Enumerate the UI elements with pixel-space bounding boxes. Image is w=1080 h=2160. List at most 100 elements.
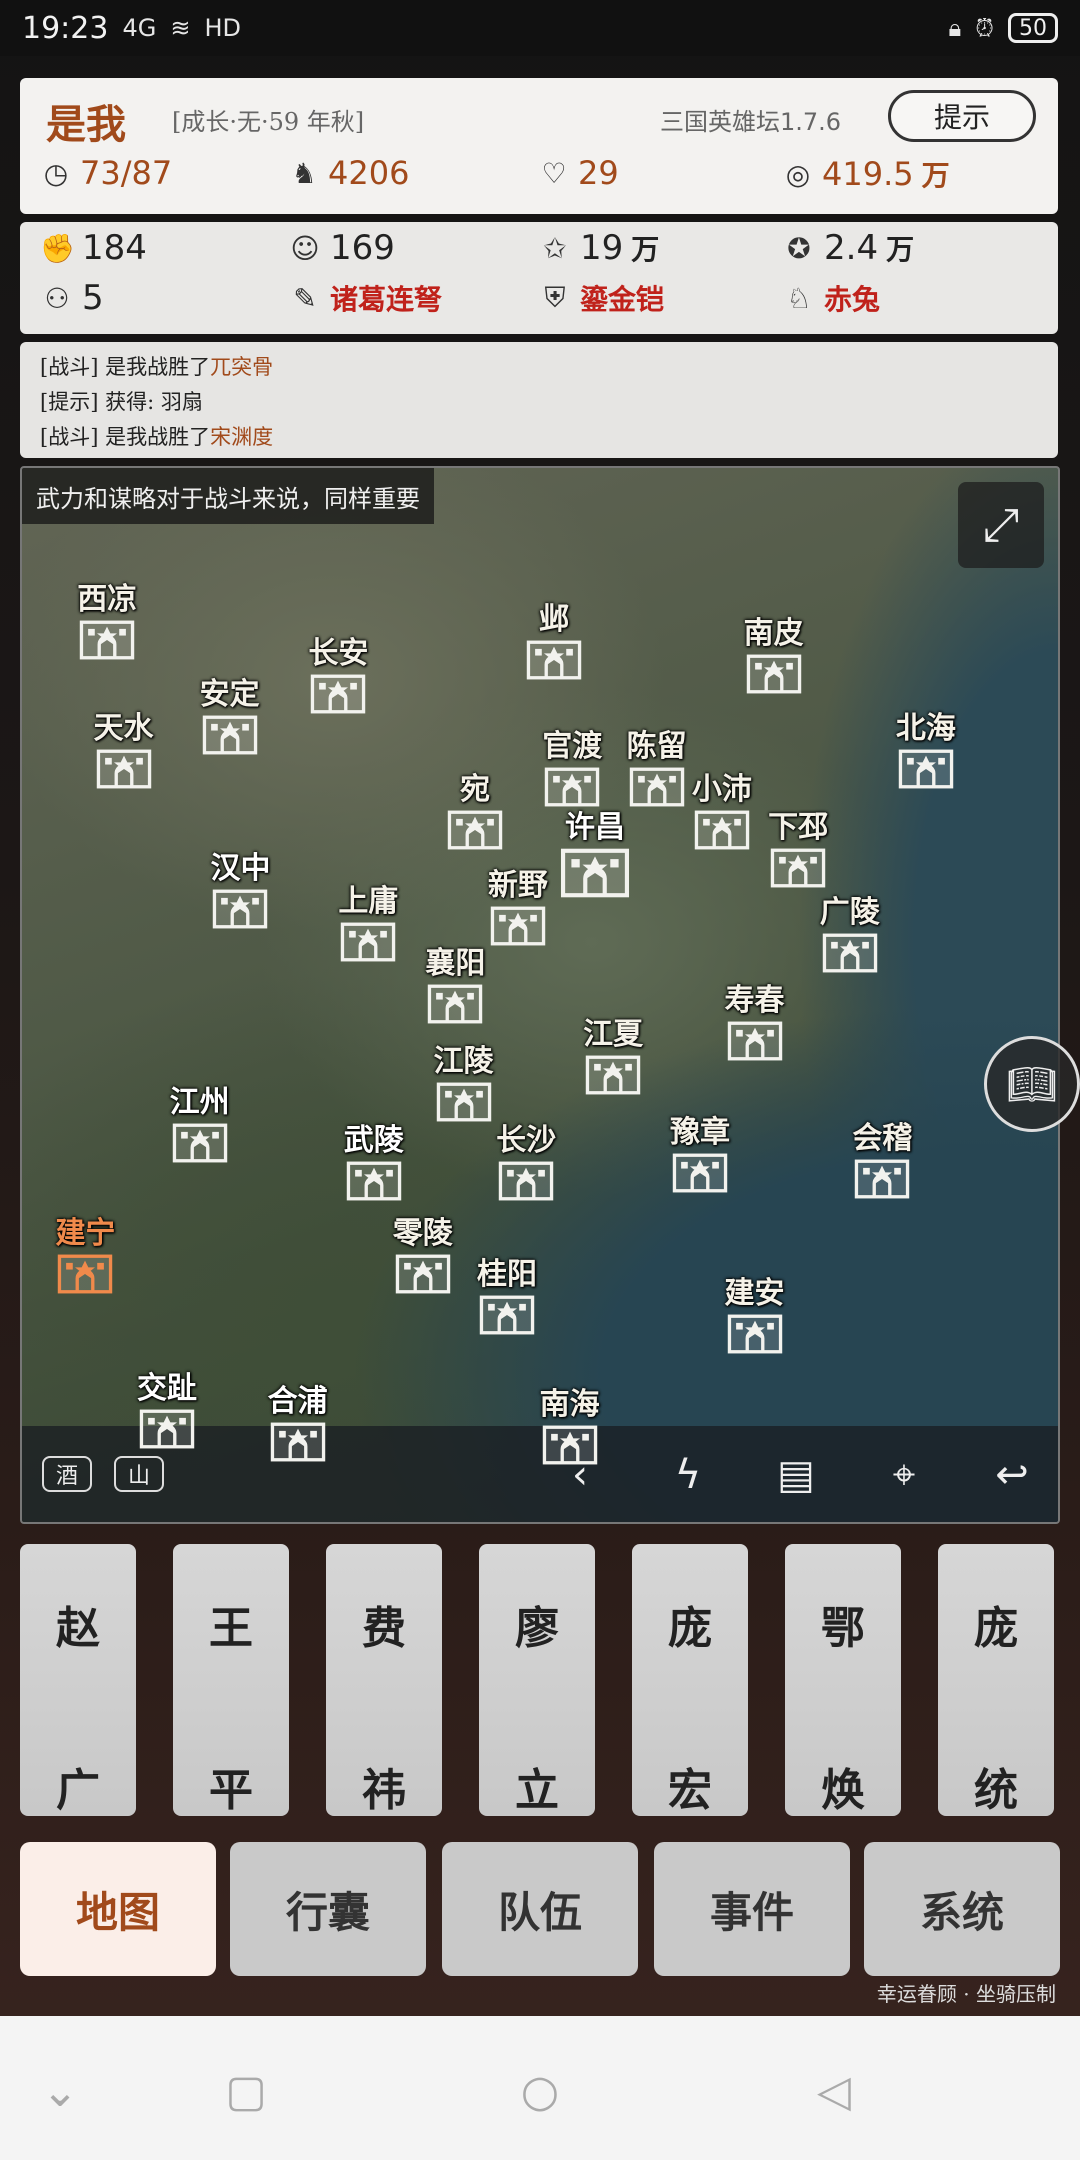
stat-money: ◎ 419.5 万 [782,154,950,194]
tab-map[interactable]: 地图 [20,1842,216,1976]
equip-armor[interactable]: ⛨ 鎏金铠 [538,278,664,318]
city-name: 长沙 [496,1123,557,1159]
city-marker[interactable]: 豫章 [670,1107,730,1197]
castle-icon [79,620,135,664]
stat-health: ♡ 29 [538,154,618,192]
hero-card[interactable]: 廖 立 [479,1544,595,1816]
city-name: 江夏 [583,1017,644,1053]
castle-icon [310,674,366,718]
tab-party[interactable]: 队伍 [442,1842,638,1976]
city-marker[interactable]: 会稽 [852,1113,912,1203]
return-icon[interactable]: ↩ [982,1452,1042,1498]
tavern-filter-button[interactable]: 酒 [42,1456,92,1492]
city-name: 新野 [487,867,548,903]
log-tag: [提示] [40,390,99,414]
castle-icon [898,749,954,793]
lightning-icon[interactable]: ϟ [658,1452,718,1498]
hero-name-bottom: 广 [56,1765,100,1816]
castle-icon [672,1153,728,1197]
city-marker[interactable]: 北海 [896,703,956,793]
world-map[interactable]: 武力和谋略对于战斗来说，同样重要 ⤢ 酒 山 ‹ ϟ ▤ ⌖ ↩ 西凉 长安邺南皮… [20,466,1060,1524]
city-name: 上庸 [338,883,399,919]
hero-card[interactable]: 庞 宏 [632,1544,748,1816]
city-marker[interactable]: 陈留 [627,721,687,811]
city-marker[interactable]: 桂阳 [477,1249,537,1339]
city-marker[interactable]: 西凉 [77,574,137,664]
city-marker[interactable]: 江州 [170,1077,230,1167]
hero-card[interactable]: 赵 广 [20,1544,136,1816]
equip-mount[interactable]: ♘ 赤兔 [782,278,880,318]
hero-card[interactable]: 庞 统 [938,1544,1054,1816]
city-marker[interactable]: 合浦 [268,1376,328,1466]
castle-icon [172,1123,228,1167]
hero-name-top: 庞 [668,1603,712,1654]
tab-events[interactable]: 事件 [654,1842,850,1976]
city-name: 豫章 [670,1115,731,1151]
ledger-icon[interactable]: ▤ [766,1452,826,1498]
castle-icon [585,1055,641,1099]
city-name: 长安 [308,636,369,672]
city-marker[interactable]: 小沛 [692,764,752,854]
hero-name-bottom: 焕 [821,1765,865,1816]
castle-icon [427,984,483,1028]
city-marker[interactable]: 建宁 [55,1208,115,1298]
log-text: 是我战胜了 [105,425,211,449]
city-marker[interactable]: 寿春 [725,975,785,1065]
log-text: 是我战胜了 [105,355,211,379]
hero-card[interactable]: 王 平 [173,1544,289,1816]
city-name: 建安 [724,1275,785,1311]
city-marker[interactable]: 下邳 [768,802,828,892]
city-marker[interactable]: 南皮 [744,608,804,698]
map-tip: 武力和谋略对于战斗来说，同样重要 [22,468,434,524]
city-marker[interactable]: 零陵 [393,1208,453,1298]
castle-icon [96,749,152,793]
city-marker[interactable]: 武陵 [344,1115,404,1205]
expand-icon[interactable]: ⤢ [958,482,1044,568]
hero-card[interactable]: 费 祎 [326,1544,442,1816]
city-marker[interactable]: 建安 [725,1268,785,1358]
city-marker[interactable]: 长安 [308,628,368,718]
city-marker[interactable]: 广陵 [820,887,880,977]
attr-value: 5 [82,278,104,318]
city-marker[interactable]: 宛 [447,764,503,854]
city-marker[interactable]: 长沙 [496,1115,556,1205]
book-icon[interactable]: 📖︎ [984,1036,1080,1132]
castle-icon [854,1159,910,1203]
city-marker[interactable]: 交趾 [137,1363,197,1453]
city-marker[interactable]: 南海 [540,1379,600,1469]
wifi-icon: ≋ [170,14,191,42]
tab-inventory[interactable]: 行囊 [230,1842,426,1976]
equip-weapon[interactable]: ✎ 诸葛连弩 [288,278,442,318]
city-name: 武陵 [343,1123,404,1159]
chevron-down-icon[interactable]: ⌄ [20,2066,100,2117]
recents-icon[interactable]: ▢ [206,2066,286,2117]
city-marker[interactable]: 汉中 [210,843,270,933]
city-marker[interactable]: 邺 [526,594,582,684]
city-marker[interactable]: 官渡 [542,721,602,811]
city-marker[interactable]: 天水 [94,703,154,793]
city-marker[interactable]: 上庸 [338,876,398,966]
castle-icon [746,654,802,698]
tab-system[interactable]: 系统 [864,1842,1060,1976]
attr-value: 2.4 [824,228,879,268]
back-icon[interactable]: ◁ [794,2066,874,2117]
city-marker[interactable]: 安定 [200,669,260,759]
city-marker[interactable]: 许昌 [560,802,630,902]
location-pin-icon[interactable]: ⌖ [874,1452,934,1498]
hint-button[interactable]: 提示 [888,90,1036,142]
armor-name: 鎏金铠 [580,283,665,316]
city-marker[interactable]: 襄阳 [425,938,485,1028]
city-marker[interactable]: 江夏 [583,1009,643,1099]
city-marker[interactable]: 新野 [488,860,548,950]
city-marker[interactable]: 江陵 [434,1036,494,1126]
hero-name-top: 王 [209,1603,253,1654]
city-name: 北海 [895,711,956,747]
home-icon[interactable]: ○ [500,2066,580,2117]
hero-name-bottom: 平 [209,1765,253,1816]
castle-icon [346,1161,402,1205]
android-nav-bar: ⌄ ▢ ○ ◁ [0,2016,1080,2160]
hero-card[interactable]: 鄂 焕 [785,1544,901,1816]
mountain-filter-button[interactable]: 山 [114,1456,164,1492]
hd-icon: HD [204,14,241,42]
castle-icon [822,933,878,977]
